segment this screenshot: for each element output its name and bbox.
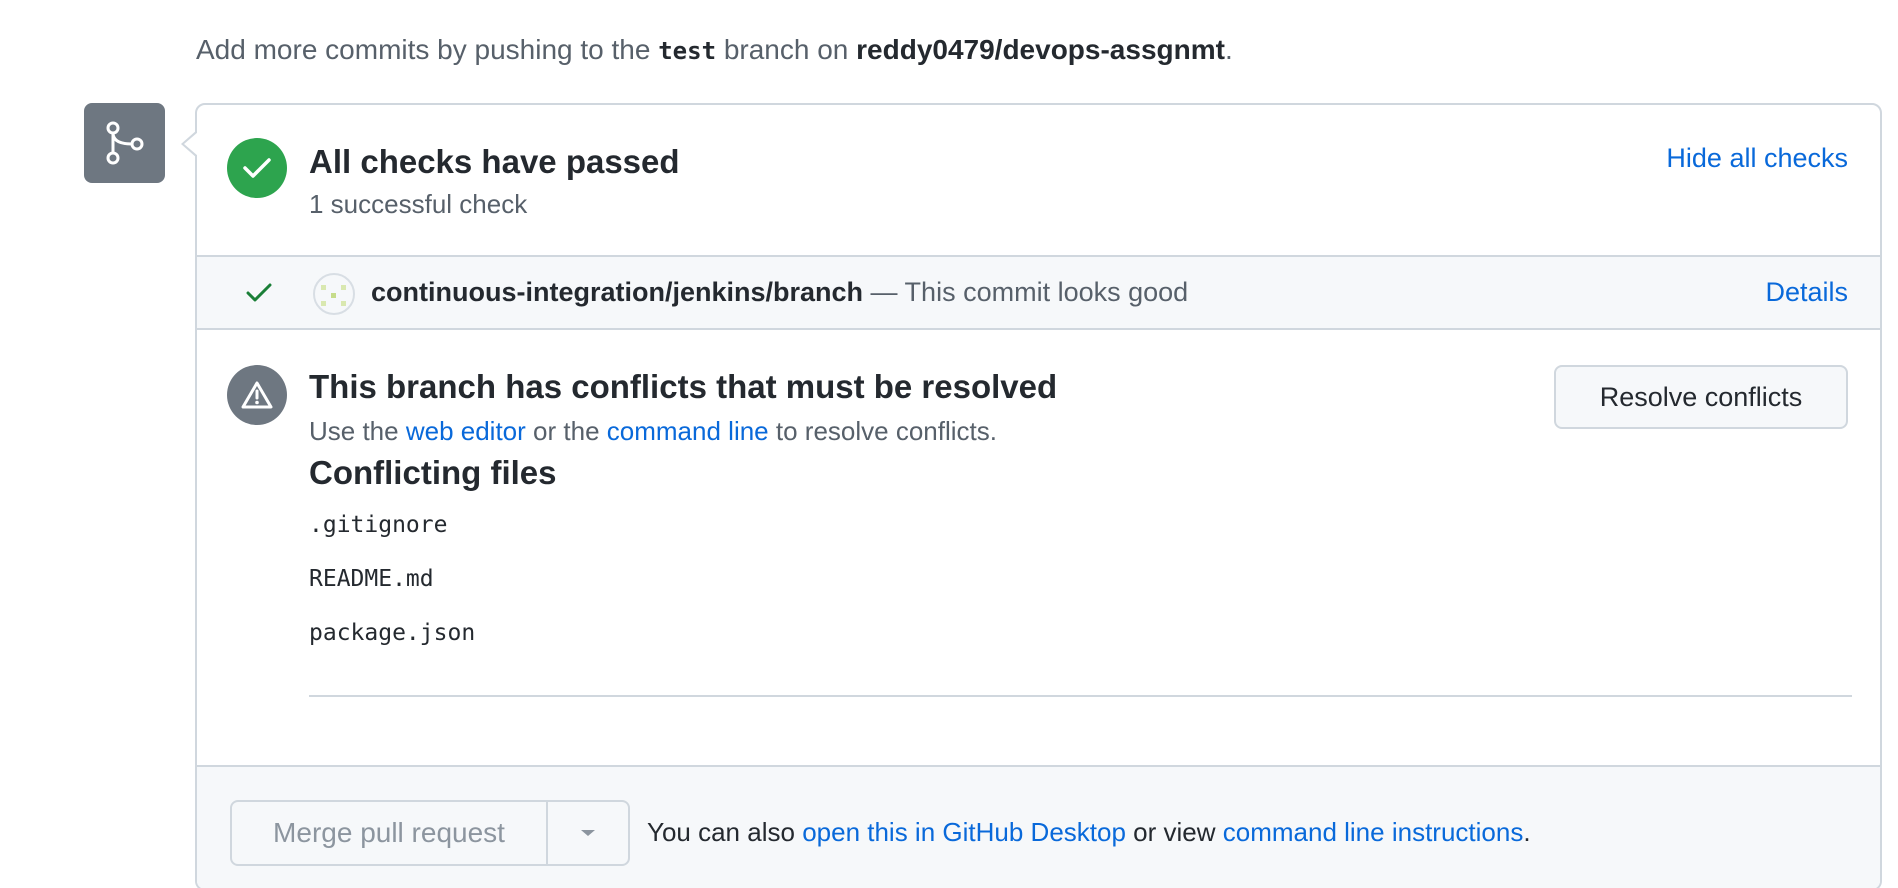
- merge-note-suffix: .: [1523, 817, 1531, 847]
- success-check-icon: [227, 138, 287, 198]
- checks-title: All checks have passed: [309, 143, 680, 180]
- git-branch-badge: [84, 103, 165, 183]
- conflicts-sub-prefix: Use the: [309, 416, 399, 446]
- check-status-text: — This commit looks good: [870, 277, 1189, 307]
- conflicts-sub-middle: or the: [533, 416, 600, 446]
- branch-info-text: Add more commits by pushing to the test …: [196, 34, 1233, 66]
- conflicting-file: README.md: [309, 566, 434, 592]
- conflicting-file: .gitignore: [309, 512, 448, 538]
- section-divider: [309, 695, 1852, 697]
- merge-bar: Merge pull request You can also open thi…: [197, 765, 1880, 888]
- github-desktop-link[interactable]: open this in GitHub Desktop: [802, 817, 1126, 847]
- merge-note-prefix: You can also: [647, 817, 795, 847]
- checks-subtitle: 1 successful check: [309, 189, 528, 219]
- web-editor-link[interactable]: web editor: [406, 416, 526, 446]
- command-line-instructions-link[interactable]: command line instructions: [1223, 817, 1524, 847]
- checks-summary: All checks have passed 1 successful chec…: [197, 105, 1880, 255]
- conflicts-title: This branch has conflicts that must be r…: [309, 368, 1058, 405]
- resolve-conflicts-button[interactable]: Resolve conflicts: [1554, 365, 1848, 429]
- check-details-link[interactable]: Details: [1765, 277, 1848, 308]
- alert-icon: [227, 365, 287, 425]
- conflicts-sub-suffix: to resolve conflicts.: [775, 416, 997, 446]
- intro-prefix: Add more commits by pushing to the: [196, 34, 651, 65]
- jenkins-avatar: [313, 273, 355, 315]
- conflicts-subtitle: Use the web editor or the command line t…: [309, 416, 997, 447]
- merge-status-panel: All checks have passed 1 successful chec…: [195, 103, 1882, 888]
- merge-alternatives-note: You can also open this in GitHub Desktop…: [647, 817, 1531, 848]
- check-context: continuous-integration/jenkins/branch: [371, 277, 864, 307]
- merge-pull-request-button[interactable]: Merge pull request: [232, 802, 548, 864]
- merge-note-middle: or view: [1133, 817, 1216, 847]
- merge-button-group: Merge pull request: [230, 800, 630, 866]
- intro-suffix: .: [1224, 34, 1233, 65]
- intro-middle: branch on: [723, 34, 849, 65]
- check-row: continuous-integration/jenkins/branch — …: [197, 255, 1880, 330]
- conflicting-file: package.json: [309, 620, 476, 646]
- hide-all-checks-link[interactable]: Hide all checks: [1666, 143, 1848, 174]
- conflicting-files-heading: Conflicting files: [309, 454, 557, 491]
- check-description: continuous-integration/jenkins/branch — …: [371, 277, 1188, 308]
- panel-caret-inner: [184, 132, 198, 156]
- caret-down-icon: [581, 830, 595, 836]
- repo-name: reddy0479/devops-assgnmt: [856, 34, 1225, 65]
- conflicts-section: This branch has conflicts that must be r…: [197, 330, 1880, 680]
- merge-method-dropdown[interactable]: [548, 802, 628, 864]
- branch-name: test: [658, 37, 717, 65]
- git-branch-icon: [106, 121, 143, 165]
- command-line-link[interactable]: command line: [607, 416, 769, 446]
- check-mark-icon: [246, 283, 272, 302]
